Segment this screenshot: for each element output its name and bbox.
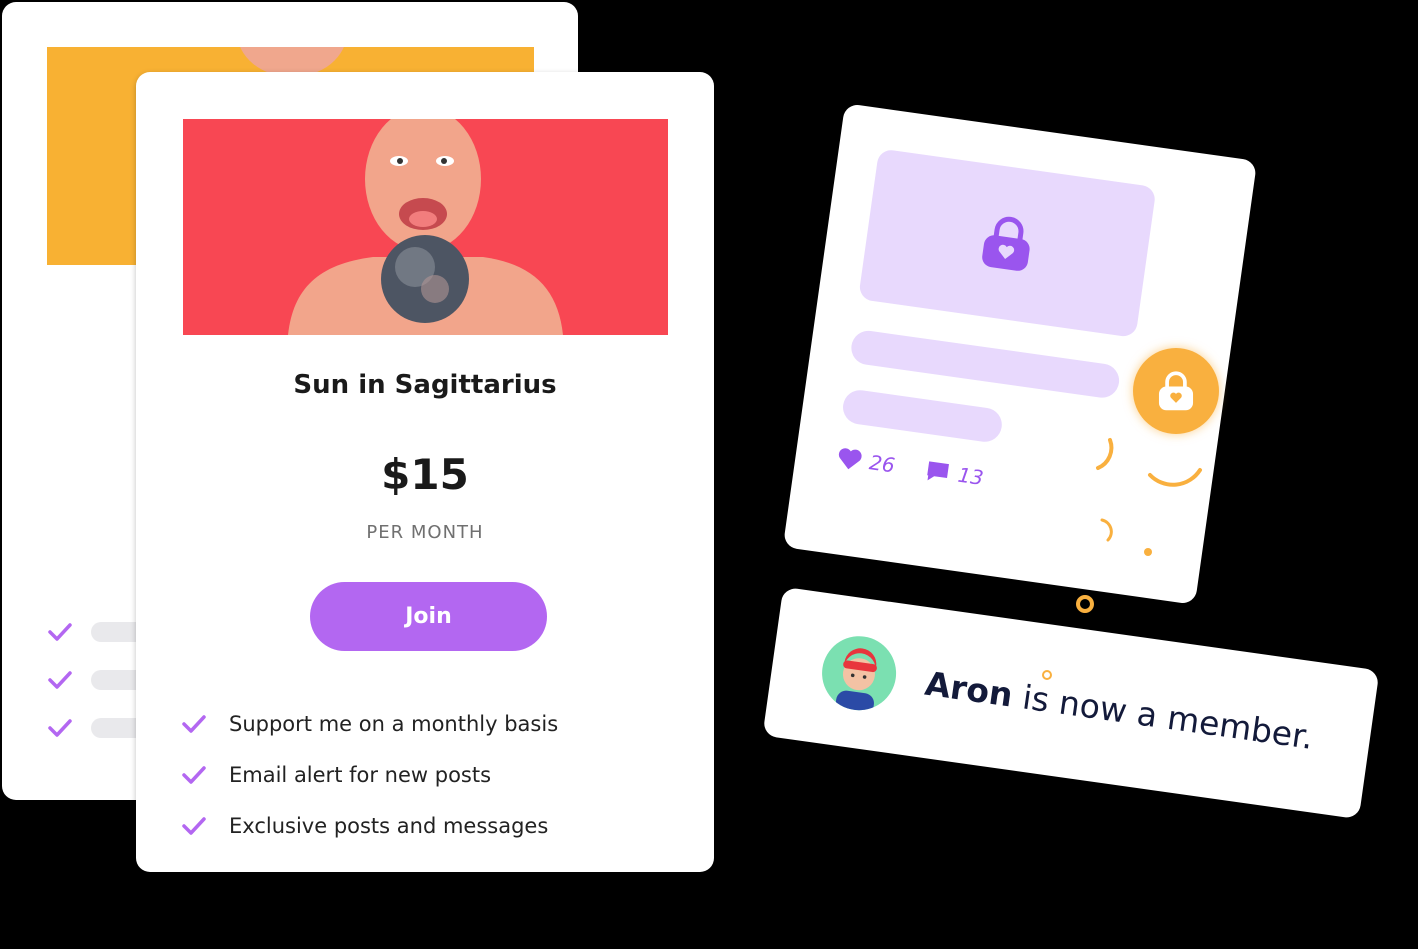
check-icon bbox=[182, 816, 206, 835]
benefit-item: Support me on a monthly basis bbox=[181, 698, 558, 749]
check-icon bbox=[48, 719, 72, 737]
check-icon bbox=[48, 671, 72, 689]
decorative-ring bbox=[1076, 595, 1094, 613]
benefit-item: Exclusive posts and messages bbox=[181, 800, 558, 851]
benefit-label: Exclusive posts and messages bbox=[229, 813, 549, 838]
tier-banner-image bbox=[183, 119, 668, 335]
tier-price: $15 bbox=[381, 450, 469, 499]
comments-count: 13 bbox=[956, 462, 985, 490]
tier-illustration bbox=[288, 119, 563, 335]
benefit-list: Support me on a monthly basis Email aler… bbox=[181, 698, 558, 851]
comment-icon bbox=[927, 461, 950, 481]
comments-stat[interactable]: 13 bbox=[925, 458, 985, 490]
lock-icon bbox=[1158, 371, 1194, 411]
tier-title: Sun in Sagittarius bbox=[293, 370, 557, 400]
likes-stat[interactable]: 26 bbox=[836, 446, 896, 478]
benefit-item: Email alert for new posts bbox=[181, 749, 558, 800]
benefit-label: Email alert for new posts bbox=[229, 762, 492, 787]
member-message: Aron is now a member. bbox=[923, 663, 1316, 756]
avatar bbox=[817, 631, 901, 716]
member-status: is now a member. bbox=[1009, 675, 1316, 757]
check-icon bbox=[182, 714, 206, 733]
tier-card: Sun in Sagittarius $15 PER MONTH Join Su… bbox=[136, 72, 714, 872]
post-placeholder-line bbox=[840, 388, 1005, 444]
locked-post-preview bbox=[858, 148, 1157, 338]
lock-icon bbox=[982, 216, 1030, 271]
likes-count: 26 bbox=[867, 450, 897, 478]
benefit-label: Support me on a monthly basis bbox=[229, 711, 559, 736]
tier-period: PER MONTH bbox=[366, 522, 484, 543]
member-notification: Aron is now a member. bbox=[762, 586, 1380, 820]
post-placeholder-line bbox=[849, 328, 1122, 400]
member-name: Aron bbox=[922, 663, 1016, 715]
post-stats: 26 13 bbox=[836, 446, 1017, 495]
heart-icon bbox=[838, 448, 862, 470]
check-icon bbox=[182, 765, 206, 784]
join-button[interactable]: Join bbox=[310, 582, 547, 651]
decorative-ring bbox=[1042, 670, 1052, 680]
decorative-arcs bbox=[1096, 438, 1202, 556]
check-icon bbox=[48, 623, 72, 641]
lock-badge bbox=[1133, 348, 1219, 434]
